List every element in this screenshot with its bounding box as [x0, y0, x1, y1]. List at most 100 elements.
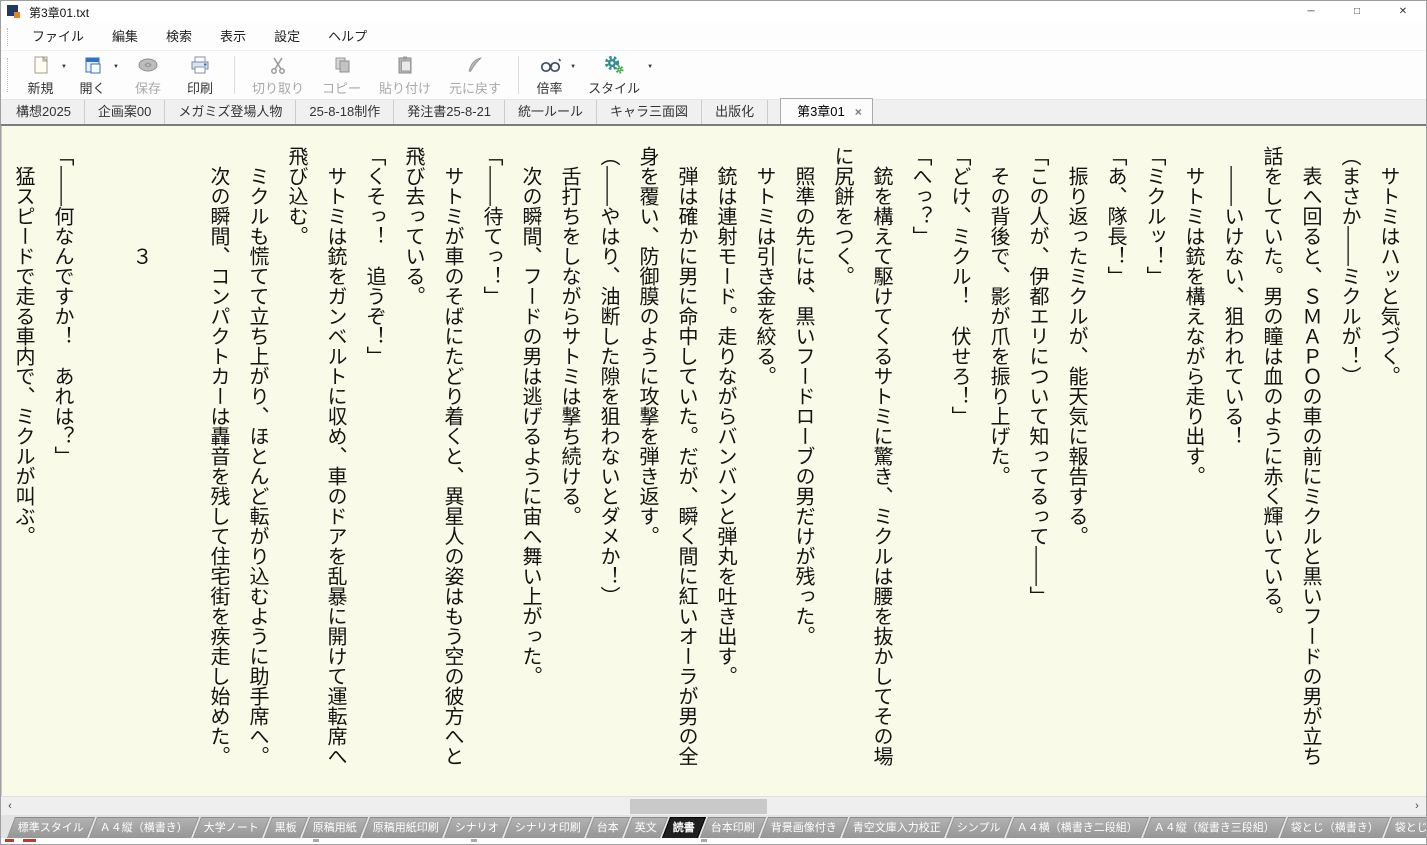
style-button[interactable]: ▼ スタイル — [579, 51, 656, 99]
document-tab-9[interactable]: 第3章01 × — [780, 98, 873, 124]
scrollbar-thumb[interactable] — [630, 799, 767, 814]
text-line-27 — [160, 146, 199, 774]
printer-icon — [189, 54, 211, 76]
tab-close-icon[interactable]: × — [855, 100, 862, 124]
glasses-icon — [538, 54, 562, 76]
text-line-17: 弾は確かに男に命中していた。だが、瞬く間に紅いオーラが男の全身を覆い、防御膜のよ… — [636, 146, 699, 766]
document-tab-label: メガミズ登場人物 — [178, 104, 283, 119]
window-title: 第3章01.txt — [29, 5, 90, 20]
menu-item-edit[interactable]: 編集 — [98, 23, 152, 51]
menu-item-file[interactable]: ファイル — [18, 23, 98, 51]
scissors-icon — [268, 54, 288, 76]
style-tab-18[interactable]: 袋とじ（横書き） — [1279, 817, 1390, 838]
document-tab-7[interactable]: キャラ三面図 — [597, 100, 703, 124]
style-tab-15[interactable]: シンプル — [945, 817, 1012, 838]
statusbar-fragment — [701, 839, 707, 842]
style-tab-label: Ａ４縦（縦書き三段組） — [1153, 822, 1275, 834]
dropdown-arrow-icon[interactable]: ▼ — [61, 64, 67, 70]
style-tab-7[interactable]: シナリオ — [443, 817, 511, 838]
document-tab-label: 第3章01 — [797, 103, 845, 119]
menu-item-view[interactable]: 表示 — [206, 23, 260, 51]
document-tab-label: 企画案00 — [97, 104, 152, 119]
style-tab-12[interactable]: 台本印刷 — [699, 817, 767, 838]
toolbar-separator — [234, 56, 235, 94]
style-tab-11[interactable]: 読書 — [661, 817, 707, 838]
dropdown-arrow-icon[interactable]: ▼ — [647, 64, 653, 70]
close-button[interactable]: ✕ — [1380, 1, 1426, 23]
print-button[interactable]: 印刷 — [174, 51, 226, 99]
document-tab-label: キャラ三面図 — [610, 104, 689, 119]
style-tab-17[interactable]: Ａ４縦（縦書き三段組） — [1142, 817, 1286, 838]
new-document-icon — [31, 54, 51, 76]
menu-item-search[interactable]: 検索 — [152, 23, 206, 51]
statusbar-fragment — [313, 839, 319, 842]
menu-item-settings[interactable]: 設定 — [260, 23, 314, 51]
style-tab-label: 台本印刷 — [710, 822, 755, 834]
menu-item-help[interactable]: ヘルプ — [314, 23, 381, 51]
text-line-29 — [82, 146, 121, 774]
style-tab-13[interactable]: 背景画像付き — [759, 817, 849, 838]
style-tab-label: 袋とじ（横書き） — [1290, 822, 1379, 834]
document-tab-6[interactable]: 統一ルール — [505, 100, 598, 124]
document-tab-label: 統一ルール — [518, 104, 584, 119]
document-tab-5[interactable]: 発注書25-8-21 — [394, 100, 506, 124]
text-line-23: 「くそっ！ 追うぞ！」 — [363, 146, 387, 366]
text-line-31: 猛スピードで走る車内で、ミクルが叫ぶ。 — [12, 146, 36, 546]
statusbar-sliver — [1, 838, 1426, 844]
document-tab-3[interactable]: メガミズ登場人物 — [165, 100, 297, 124]
text-line-11: 「どけ、ミクル！ 伏せろ！」 — [948, 146, 972, 426]
style-tab-19[interactable]: 袋とじ（縦書き） — [1383, 817, 1426, 838]
scroll-left-arrow-icon[interactable]: ‹ — [1, 797, 19, 816]
style-tab-2[interactable]: Ａ４縦（横書き） — [88, 817, 200, 838]
style-tab-bar: 標準スタイル Ａ４縦（横書き） 大学ノート 黒板 原稿用紙 原稿用紙印刷 シナリオ シナリオ印… — [1, 815, 1426, 838]
document-tab-2[interactable]: 企画案00 — [85, 100, 166, 124]
maximize-button[interactable]: □ — [1334, 1, 1380, 23]
style-tab-4[interactable]: 黒板 — [263, 817, 309, 838]
paste-button[interactable]: 貼り付け — [370, 51, 440, 99]
new-button[interactable]: ▼ 新規 — [18, 51, 70, 99]
save-button[interactable]: 保存 — [122, 51, 174, 99]
text-line-22: サトミが車のそばにたどり着くと、異星人の姿はもう空の彼方へと飛び去っている。 — [402, 146, 465, 766]
zoom-button[interactable]: ▼ 倍率 — [527, 51, 579, 99]
style-tab-3[interactable]: 大学ノート — [192, 817, 271, 838]
document-tab-8[interactable]: 出版化 — [702, 100, 769, 124]
text-line-7: 「あ、隊長！」 — [1104, 146, 1128, 286]
text-line-5: サトミは銃を構えながら走り出す。 — [1182, 146, 1206, 486]
style-tab-5[interactable]: 原稿用紙 — [301, 817, 369, 838]
dropdown-arrow-icon[interactable]: ▼ — [113, 64, 119, 70]
toolbar-separator — [518, 56, 520, 94]
style-tab-16[interactable]: Ａ４横（横書き二段組） — [1005, 817, 1149, 838]
style-tab-label: 黒板 — [274, 822, 297, 834]
copy-button[interactable]: コピー — [313, 51, 370, 99]
statusbar-fragment — [5, 839, 14, 842]
style-tab-14[interactable]: 青空文庫入力校正 — [841, 817, 953, 838]
dropdown-arrow-icon[interactable]: ▼ — [570, 64, 576, 70]
document-tab-1[interactable]: 構想2025 — [3, 100, 85, 124]
style-tab-6[interactable]: 原稿用紙印刷 — [361, 817, 451, 838]
text-line-20: 次の瞬間、フードの男は逃げるように宙へ舞い上がった。 — [519, 146, 543, 686]
text-line-15: サトミは引き金を絞る。 — [753, 146, 777, 386]
app-icon — [7, 5, 21, 19]
undo-button[interactable]: 元に戻す — [440, 51, 510, 99]
scroll-right-arrow-icon[interactable]: › — [1408, 797, 1426, 816]
document-tab-label: 出版化 — [715, 104, 755, 119]
style-tab-8[interactable]: シナリオ印刷 — [503, 817, 593, 838]
open-button[interactable]: ▼ 開く — [70, 51, 122, 99]
clipboard-icon — [395, 54, 415, 76]
style-tab-1[interactable]: 標準スタイル — [6, 817, 96, 838]
save-disk-icon — [137, 54, 159, 76]
horizontal-scrollbar[interactable]: ‹ › — [1, 796, 1426, 815]
style-tab-10[interactable]: 英文 — [623, 817, 669, 838]
app-window: 第3章01.txt ─ □ ✕ ファイル 編集 検索 表示 設定 ヘルプ ▼ 新規 ▼ 開… — [0, 0, 1427, 845]
text-line-12: 「へっ？」 — [909, 146, 933, 246]
style-tab-label: 英文 — [634, 822, 657, 834]
cut-button[interactable]: 切り取り — [243, 51, 313, 99]
vertical-text-body[interactable]: サトミはハッと気づく。 （まさか――ミクルが！） 表へ回ると、ＳＭＡＰＯの車の前に… — [2, 126, 1426, 774]
style-tab-9[interactable]: 台本 — [585, 817, 631, 838]
document-tab-4[interactable]: 25-8-18制作 — [296, 100, 395, 124]
style-tab-label: シンプル — [956, 822, 1001, 834]
toolbar: ▼ 新規 ▼ 開く 保存 印刷 切り取り コピー 貼り付け 元に戻す ▼ 倍率 … — [1, 51, 1426, 100]
text-line-21: 「――待てっ！」 — [480, 146, 504, 306]
minimize-button[interactable]: ─ — [1288, 1, 1334, 23]
editor-area: サトミはハッと気づく。 （まさか――ミクルが！） 表へ回ると、ＳＭＡＰＯの車の前に… — [1, 126, 1426, 796]
